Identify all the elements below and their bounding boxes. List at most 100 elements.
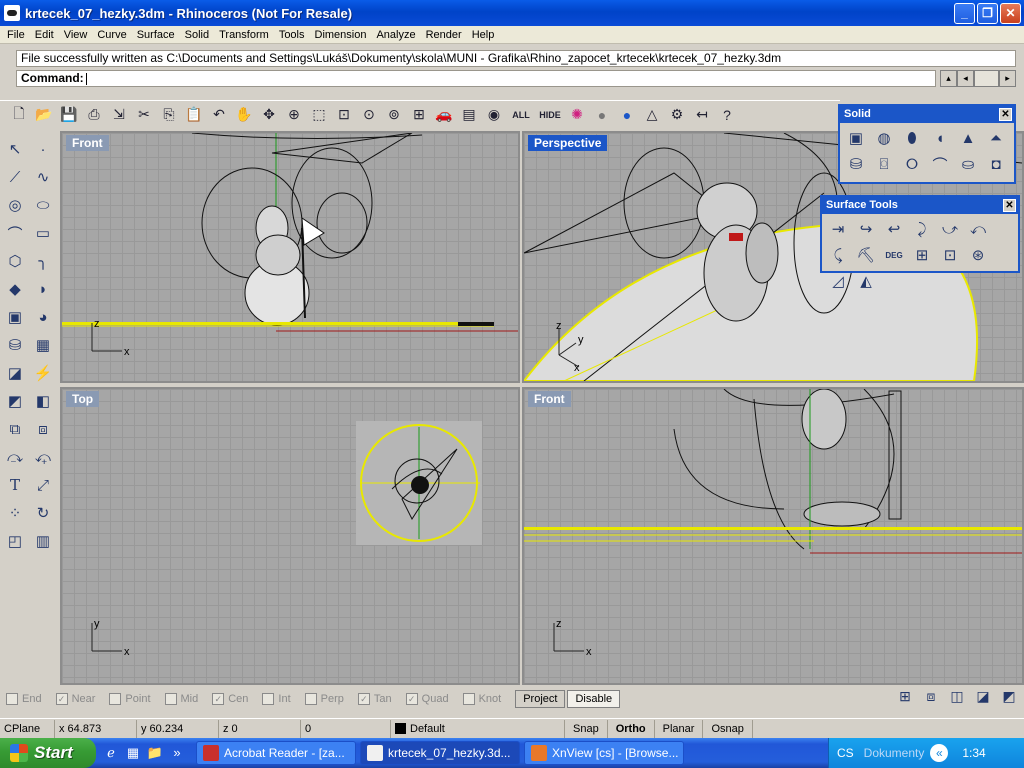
menu-edit[interactable]: Edit [30,29,59,41]
rotate-icon[interactable]: ↻ [30,500,56,526]
zoom-all-icon[interactable]: ⊚ [383,104,405,126]
unroll-surface-icon[interactable]: ◿ [825,269,851,293]
current-layer[interactable]: Default [391,719,565,738]
render-sphere-icon[interactable]: ● [591,104,613,126]
copy-icon[interactable]: ⎘ [158,104,180,126]
close-button[interactable]: ✕ [1000,3,1021,24]
offset-surface-icon[interactable]: ⤻ [937,217,963,241]
variable-fillet-icon[interactable]: ⤺ [965,217,991,241]
shrink-surface-icon[interactable]: ⊡ [937,243,963,267]
solid-tube-icon[interactable]: ⌼ [871,152,897,176]
solid-cone-icon[interactable]: ▲ [955,126,981,150]
menu-surface[interactable]: Surface [132,29,180,41]
menu-dimension[interactable]: Dimension [310,29,372,41]
solid-torus-icon[interactable]: ⭘ [899,152,925,176]
named-views-icon[interactable]: ◩ [998,688,1020,708]
zoom-extents-icon[interactable]: ⊡ [333,104,355,126]
osnap-tan-checkbox[interactable]: ✓ [357,693,370,705]
extend-surface-icon[interactable]: ⇥ [825,217,851,241]
fillet-curve-icon[interactable]: ╮ [30,248,56,274]
osnap-cen[interactable]: ✓ Cen [212,693,248,705]
folder-toolbar-label[interactable]: Dokumenty [864,746,925,760]
more-chevron-icon[interactable]: » [168,744,186,762]
menu-view[interactable]: View [59,29,93,41]
viewport-front-lower[interactable]: z x Front [522,387,1024,685]
arc-icon[interactable]: ⌒ [2,220,28,246]
scroll-left-icon[interactable]: ◂ [957,70,974,87]
select-arrow-icon[interactable]: ↖ [2,136,28,162]
options-gear-icon[interactable]: ⚙ [666,104,688,126]
pan-hand-icon[interactable]: ✋ [233,104,255,126]
explode-icon[interactable]: ⁘ [2,500,28,526]
osnap-cen-checkbox[interactable]: ✓ [212,693,225,705]
solid-sphere-icon[interactable]: ◍ [871,126,897,150]
osnap-near[interactable]: ✓ Near [55,693,95,705]
tile-viewports-icon[interactable]: ⧈ [920,688,942,708]
solid-cap-icon[interactable]: ◘ [983,152,1009,176]
internet-explorer-icon[interactable]: ℯ [102,744,120,762]
solid-truncated-cone-icon[interactable]: ⏶ [983,126,1009,150]
paste-icon[interactable]: 📋 [183,104,205,126]
menu-transform[interactable]: Transform [214,29,274,41]
snap-icon[interactable]: ◪ [2,360,28,386]
hide-button[interactable]: HIDE [537,104,563,126]
osnap-mid-checkbox[interactable] [164,693,177,705]
surface-pts-icon[interactable]: ◆ [2,276,28,302]
solid-pipe-icon[interactable]: ⌒ [927,152,953,176]
text-icon[interactable]: T [2,472,28,498]
polyline-icon[interactable]: ⟋ [2,164,28,190]
print-icon[interactable]: ⎙ [83,104,105,126]
minimize-button[interactable]: _ [954,3,975,24]
blend-surface-icon[interactable]: ⤸ [909,217,935,241]
solid-cylinder-icon[interactable]: ⛁ [843,152,869,176]
group-icon[interactable]: ⧈ [30,416,56,442]
trim-icon[interactable]: ⤼ [2,444,28,470]
osnap-perp-checkbox[interactable] [304,693,317,705]
merge-surface-icon[interactable]: ⛏ [853,243,879,267]
close-icon[interactable]: ✕ [999,108,1012,121]
osnap-knot[interactable]: Knot [462,693,501,705]
solid-box-icon[interactable]: ▣ [843,126,869,150]
save-icon[interactable]: 💾 [58,104,80,126]
move-icon[interactable]: ⚡ [30,360,56,386]
scale-icon[interactable]: ⤢ [30,472,56,498]
viewport-front-upper[interactable]: z x Front [60,131,520,383]
undo-icon[interactable]: ↶ [208,104,230,126]
folder-icon[interactable]: 📁 [146,744,164,762]
rebuild-surface-icon[interactable]: ⊞ [909,243,935,267]
osnap-perp[interactable]: Perp [304,693,344,705]
maximize-button[interactable]: ❐ [977,3,998,24]
move-uv-icon[interactable]: ⊛ [965,243,991,267]
dimension-icon[interactable]: ↤ [691,104,713,126]
open-file-icon[interactable]: 📂 [33,104,55,126]
scroll-track[interactable] [974,70,999,87]
project-button[interactable]: Project [515,690,566,708]
menu-tools[interactable]: Tools [274,29,310,41]
menu-analyze[interactable]: Analyze [371,29,420,41]
analyze-icon[interactable]: ◰ [2,528,28,554]
color-wheel-icon[interactable]: ✺ [566,104,588,126]
task-xnview[interactable]: XnView [cs] - [Browse... [524,741,684,765]
ortho-toggle[interactable]: Ortho [608,719,655,738]
disable-button[interactable]: Disable [567,690,621,708]
zoom-selected-icon[interactable]: ⊙ [358,104,380,126]
osnap-quad-checkbox[interactable]: ✓ [405,693,418,705]
blue-sphere-icon[interactable]: ● [616,104,638,126]
split-icon[interactable]: ⤽ [30,444,56,470]
zoom-window-icon[interactable]: ⬚ [308,104,330,126]
chamfer-surface-icon[interactable]: ↩ [881,217,907,241]
plan-view-icon[interactable]: ◫ [946,688,968,708]
solid-extrude-icon[interactable]: ⛀ [955,152,981,176]
surface-tools-header[interactable]: Surface Tools ✕ [822,197,1018,214]
import-icon[interactable]: ⇲ [108,104,130,126]
surface-icon[interactable]: ◗ [30,276,56,302]
menu-file[interactable]: File [2,29,30,41]
menu-render[interactable]: Render [421,29,467,41]
task-rhinoceros[interactable]: krtecek_07_hezky.3d... [360,741,520,765]
menu-solid[interactable]: Solid [180,29,214,41]
grid-icon[interactable]: ⊞ [408,104,430,126]
light-cone-icon[interactable]: △ [641,104,663,126]
circle-icon[interactable]: ◎ [2,192,28,218]
polygon-icon[interactable]: ⬡ [2,248,28,274]
new-file-icon[interactable]: 🗋 [8,104,30,126]
